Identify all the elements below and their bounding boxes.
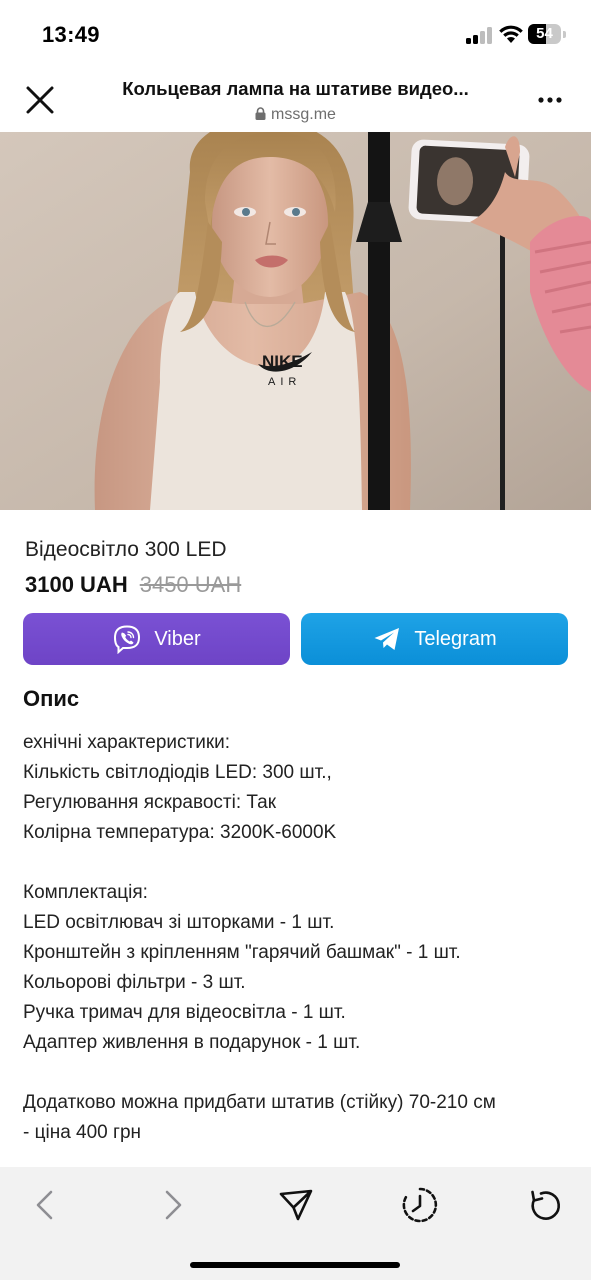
signal-icon [466,26,492,44]
viber-button[interactable]: Viber [23,613,290,665]
battery-icon: 54 [528,24,566,44]
description-line: Комплектація: [23,882,148,903]
close-icon[interactable] [22,82,58,118]
description-line: Кольорові фільтри - 3 шт. [23,972,246,993]
description-line [23,848,573,878]
lock-icon [255,107,266,120]
description-line: Адаптер живлення в подарунок - 1 шт. [23,1032,361,1053]
wifi-icon [499,25,523,43]
price-old: 3450 UAH [139,572,242,597]
history-icon[interactable] [400,1185,440,1225]
forward-icon[interactable] [152,1185,192,1225]
description-line: Колірна температура: 3200K-6000K [23,822,337,843]
description-line: Ручка тримач для відеосвітла - 1 шт. [23,1002,346,1023]
browser-header: Кольцевая лампа на штативе видео... mssg… [0,66,591,132]
shirt-print: AIR [268,376,301,388]
price-row: 3100 UAH 3450 UAH [25,572,241,598]
description-line: ехнічні характеристики: [23,732,231,753]
description-body: ехнічні характеристики: Кількість світло… [23,728,573,1148]
battery-level: 54 [536,25,553,42]
telegram-icon [374,628,400,650]
status-time: 13:49 [42,22,100,47]
reload-icon[interactable] [525,1185,565,1225]
description-line: Кількість світлодіодів LED: 300 шт., [23,762,332,783]
description-title: Опис [23,686,80,711]
product-photo: NIKE AIR [0,132,591,510]
description-line: - ціна 400 грн [23,1122,142,1143]
page-title: Кольцевая лампа на штативе видео... [122,78,469,99]
description-line: Додатково можна придбати штатив (стійку)… [23,1092,496,1113]
status-bar: 13:49 54 [0,0,591,66]
url-display[interactable]: mssg.me [100,106,491,124]
back-icon[interactable] [26,1185,66,1225]
viber-icon [114,625,141,654]
telegram-label: Telegram [414,627,497,650]
share-icon[interactable] [276,1185,316,1225]
price-current: 3100 UAH [25,572,128,597]
description-line: Регулювання яскравості: Так [23,792,277,813]
more-icon[interactable] [534,88,566,112]
home-indicator [190,1262,400,1268]
url-text: mssg.me [271,106,336,123]
description-line: Кронштейн з кріпленням "гарячий башмак" … [23,942,461,963]
description-line [23,1058,573,1088]
product-name: Відеосвітло 300 LED [25,538,227,561]
viber-label: Viber [154,627,201,650]
telegram-button[interactable]: Telegram [301,613,568,665]
description-line: LED освітлювач зі шторками - 1 шт. [23,912,335,933]
